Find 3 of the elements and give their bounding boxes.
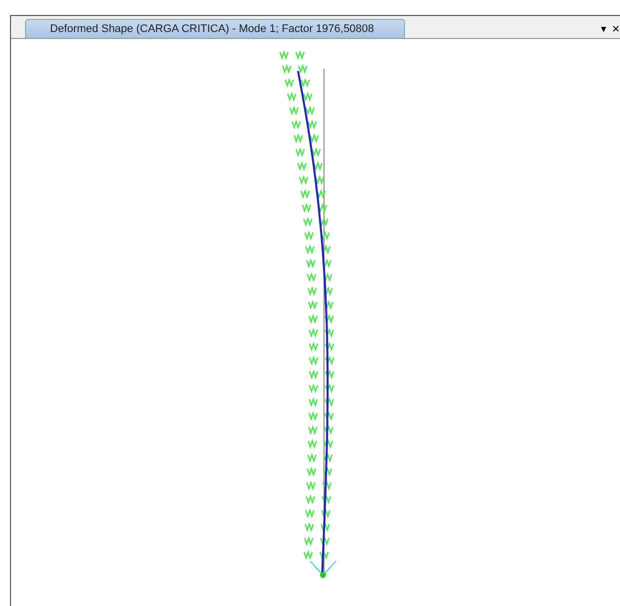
close-icon[interactable]: ×: [612, 20, 620, 38]
dropdown-icon[interactable]: ▼: [599, 20, 608, 38]
window-tab[interactable]: Deformed Shape (CARGA CRITICA) - Mode 1; Factor 1976,50808: [25, 19, 405, 38]
